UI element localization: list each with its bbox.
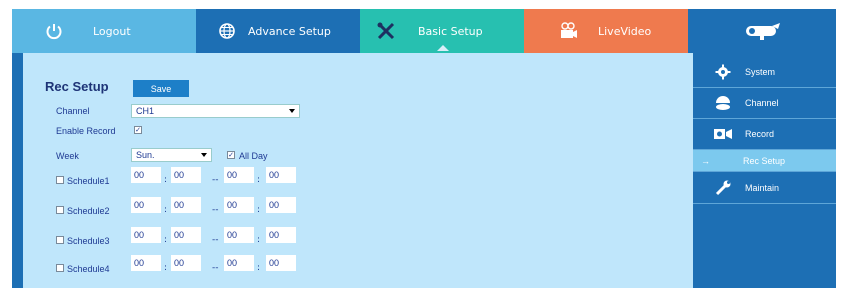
all-day-label: All Day	[239, 151, 268, 161]
tab-advance-label: Advance Setup	[248, 24, 331, 38]
tab-basic-label: Basic Setup	[418, 24, 483, 38]
enable-record-checkbox[interactable]: ✓	[134, 126, 142, 134]
film-camera-icon	[558, 22, 578, 40]
sidebar-item-record[interactable]: Record	[693, 119, 836, 150]
globe-icon	[218, 22, 236, 40]
schedule2-label: Schedule2	[67, 206, 110, 216]
schedule1-start-minute[interactable]: 00	[171, 167, 201, 183]
arrow-right-icon: →	[701, 155, 710, 166]
tab-live-label: LiveVideo	[598, 24, 652, 38]
time-colon: :	[257, 263, 261, 273]
schedule2-separator: --	[212, 205, 219, 215]
schedule4-checkbox[interactable]	[56, 264, 64, 272]
schedule2-start-minute[interactable]: 00	[171, 197, 201, 213]
schedule4-end-minute[interactable]: 00	[266, 255, 296, 271]
schedule4-label: Schedule4	[67, 264, 110, 274]
schedule1-end-hour[interactable]: 00	[224, 167, 254, 183]
channel-label: Channel	[56, 106, 90, 116]
schedule1-start-hour[interactable]: 00	[131, 167, 161, 183]
dome-camera-icon	[711, 94, 735, 112]
schedule3-end-minute[interactable]: 00	[266, 227, 296, 243]
schedule4-start-hour[interactable]: 00	[131, 255, 161, 271]
sidebar-item-channel[interactable]: Channel	[693, 88, 836, 119]
channel-select[interactable]: CH1	[131, 104, 300, 118]
video-camera-icon	[711, 128, 735, 140]
brand-logo	[688, 9, 836, 53]
schedule3-label: Schedule3	[67, 236, 110, 246]
sidebar-item-label: Maintain	[745, 182, 780, 193]
sidebar-item-system[interactable]: System	[693, 57, 836, 88]
power-icon	[45, 22, 63, 40]
sidebar-item-label: System	[745, 67, 776, 77]
tab-advance-setup[interactable]: Advance Setup	[196, 9, 360, 53]
tab-live-video[interactable]: LiveVideo	[524, 9, 688, 53]
schedule4-start-minute[interactable]: 00	[171, 255, 201, 271]
schedule4-separator: --	[212, 263, 219, 273]
sidebar-item-rec-setup[interactable]: → Rec Setup	[693, 150, 836, 172]
schedule3-start-minute[interactable]: 00	[171, 227, 201, 243]
page-title: Rec Setup	[45, 79, 109, 94]
schedule3-separator: --	[212, 235, 219, 245]
schedule2-end-hour[interactable]: 00	[224, 197, 254, 213]
week-select[interactable]: Sun.	[131, 148, 212, 162]
schedule1-label: Schedule1	[67, 176, 110, 186]
time-colon: :	[164, 235, 168, 245]
schedule1-end-minute[interactable]: 00	[266, 167, 296, 183]
sidebar-item-label: Record	[745, 129, 775, 139]
time-colon: :	[164, 175, 168, 185]
channel-value: CH1	[136, 106, 155, 116]
sidebar-item-maintain[interactable]: Maintain	[693, 172, 836, 204]
all-day-checkbox[interactable]: ✓	[227, 151, 235, 159]
week-value: Sun.	[136, 150, 155, 160]
schedule3-checkbox[interactable]	[56, 236, 64, 244]
sidebar-item-label: Channel	[745, 98, 779, 108]
chevron-down-icon	[201, 153, 207, 157]
schedule4-end-hour[interactable]: 00	[224, 255, 254, 271]
schedule2-start-hour[interactable]: 00	[131, 197, 161, 213]
schedule3-end-hour[interactable]: 00	[224, 227, 254, 243]
chevron-down-icon	[289, 109, 295, 113]
gear-icon	[711, 64, 735, 80]
time-colon: :	[257, 175, 261, 185]
wrench-icon	[711, 179, 735, 197]
week-label: Week	[56, 151, 79, 161]
schedule3-start-hour[interactable]: 00	[131, 227, 161, 243]
schedule2-end-minute[interactable]: 00	[266, 197, 296, 213]
time-colon: :	[164, 205, 168, 215]
sidebar-item-label: Rec Setup	[743, 155, 786, 166]
tab-logout[interactable]: Logout	[12, 9, 196, 53]
rec-setup-panel	[23, 53, 693, 288]
schedule1-separator: --	[212, 175, 219, 185]
active-tab-caret	[437, 45, 449, 51]
time-colon: :	[257, 235, 261, 245]
tab-logout-label: Logout	[93, 24, 131, 38]
enable-record-label: Enable Record	[56, 126, 116, 136]
camera-logo-icon	[742, 21, 782, 41]
schedule2-checkbox[interactable]	[56, 206, 64, 214]
time-colon: :	[257, 205, 261, 215]
schedule1-checkbox[interactable]	[56, 176, 64, 184]
tools-icon	[376, 21, 396, 41]
time-colon: :	[164, 263, 168, 273]
save-button[interactable]: Save	[133, 80, 189, 97]
